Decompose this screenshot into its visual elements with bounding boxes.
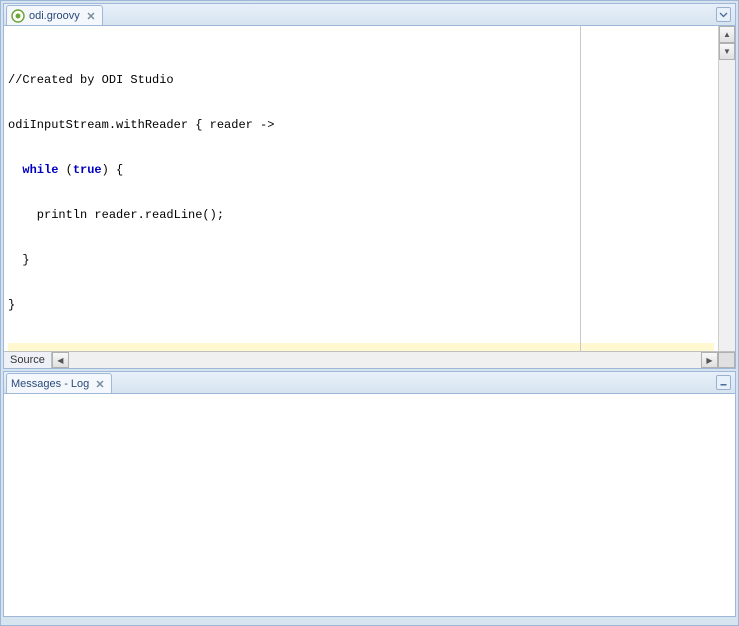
chevron-down-icon [719, 10, 728, 19]
editor-tab-bar: odi.groovy [4, 4, 735, 26]
code-line: } [8, 253, 714, 268]
size-grip[interactable] [718, 352, 735, 368]
code-editor[interactable]: //Created by ODI Studio odiInputStream.w… [4, 26, 718, 351]
log-tab-messages[interactable]: Messages - Log [6, 373, 112, 393]
source-tab-label: Source [10, 354, 45, 366]
log-panel: Messages - Log [3, 371, 736, 617]
editor-tab-odi-groovy[interactable]: odi.groovy [6, 5, 103, 25]
code-line: while (true) { [8, 163, 714, 178]
editor-horizontal-scrollbar[interactable]: ◀ ▶ [52, 352, 718, 368]
editor-bottom-bar: Source ◀ ▶ [4, 351, 735, 368]
log-tab-bar: Messages - Log [4, 372, 735, 394]
scroll-left-arrow-icon[interactable]: ◀ [52, 352, 69, 368]
scroll-track[interactable] [69, 352, 701, 368]
log-tab-label: Messages - Log [11, 378, 89, 390]
scroll-track[interactable] [719, 60, 735, 351]
scroll-down-arrow-icon[interactable]: ▼ [719, 43, 735, 60]
scroll-up-arrow-icon[interactable]: ▲ [719, 26, 735, 43]
code-line: println reader.readLine(); [8, 208, 714, 223]
code-area-wrap: //Created by ODI Studio odiInputStream.w… [4, 26, 735, 351]
code-line: } [8, 298, 714, 313]
code-line: //Created by ODI Studio [8, 73, 714, 88]
log-tab-close-icon[interactable] [95, 379, 105, 389]
editor-panel: odi.groovy //Created by ODI Studio odiIn… [3, 3, 736, 369]
editor-body: //Created by ODI Studio odiInputStream.w… [4, 26, 735, 368]
groovy-file-icon [11, 9, 25, 23]
code-line: odiInputStream.withReader { reader -> [8, 118, 714, 133]
scroll-right-arrow-icon[interactable]: ▶ [701, 352, 718, 368]
minimize-icon [719, 378, 728, 387]
editor-tab-close-icon[interactable] [86, 11, 96, 21]
source-tab[interactable]: Source [4, 352, 52, 368]
code-current-line [8, 343, 714, 351]
log-minimize-button[interactable] [716, 375, 731, 390]
editor-dropdown-button[interactable] [716, 7, 731, 22]
editor-tab-label: odi.groovy [29, 10, 80, 22]
log-output[interactable] [4, 394, 735, 616]
editor-vertical-scrollbar[interactable]: ▲ ▼ [718, 26, 735, 351]
